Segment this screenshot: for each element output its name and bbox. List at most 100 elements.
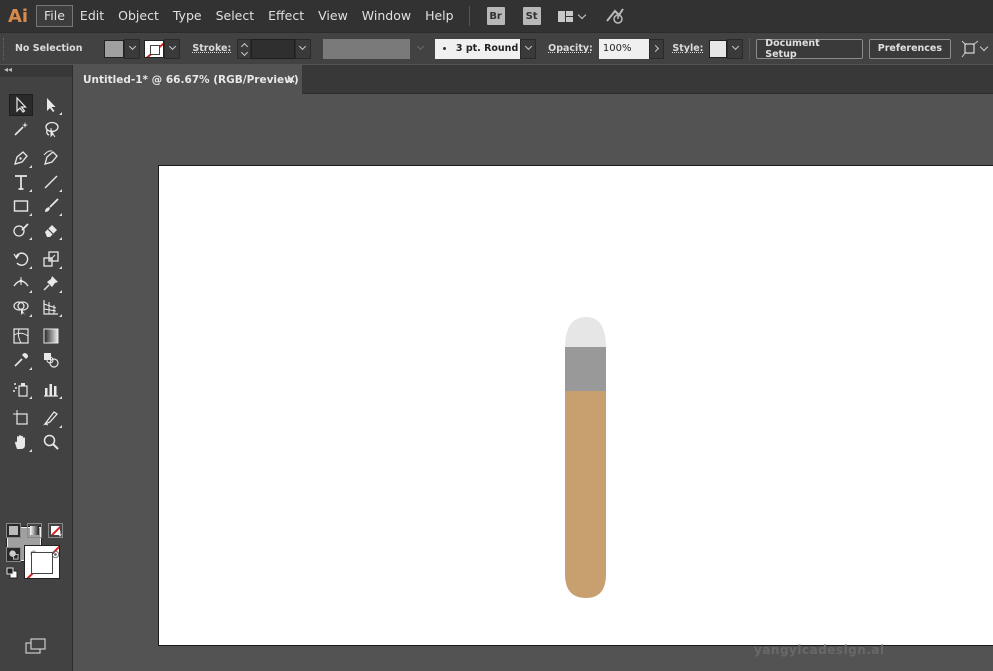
menu-window[interactable]: Window: [355, 5, 418, 27]
gradient-mode-button[interactable]: [27, 523, 42, 538]
pencil-tip-shape: [565, 317, 606, 348]
symbol-sprayer-tool[interactable]: [9, 378, 33, 400]
menu-object[interactable]: Object: [111, 5, 166, 27]
pen-tool[interactable]: [9, 147, 33, 169]
document-tab-bar: Untitled-1* @ 66.67% (RGB/Preview) ×: [74, 65, 993, 94]
gradient-tool[interactable]: [39, 325, 63, 347]
preferences-button[interactable]: Preferences: [868, 38, 952, 59]
draw-normal-icon: [9, 550, 19, 560]
canvas-area[interactable]: yangyicadesign.ai: [74, 95, 993, 671]
document-setup-button[interactable]: Document Setup: [756, 38, 863, 60]
document-tab[interactable]: Untitled-1* @ 66.67% (RGB/Preview) ×: [74, 65, 302, 94]
zoom-magnifier-icon: [43, 434, 59, 450]
stroke-weight-input[interactable]: [251, 38, 295, 59]
width-tool[interactable]: [9, 272, 33, 294]
control-bar: No Selection Stroke: 3 pt. Round Opacity…: [0, 32, 993, 64]
width-tool-icon: [13, 277, 29, 287]
bridge-button[interactable]: Br: [486, 7, 505, 25]
artboard[interactable]: [158, 165, 993, 646]
style-label[interactable]: Style:: [672, 43, 703, 54]
type-tool[interactable]: [9, 171, 33, 193]
tools-collapse-button[interactable]: ◂◂: [0, 65, 72, 77]
shape-builder-icon: [13, 301, 29, 315]
stroke-swatch[interactable]: [144, 39, 165, 58]
stroke-dropdown[interactable]: [164, 38, 181, 59]
brush-dropdown[interactable]: [520, 38, 537, 59]
menu-effect[interactable]: Effect: [261, 5, 311, 27]
blend-tool[interactable]: [39, 349, 63, 371]
panel-grip[interactable]: [3, 37, 9, 60]
rotate-icon: [13, 252, 29, 266]
close-icon[interactable]: ×: [286, 72, 296, 86]
shaper-icon: [13, 223, 29, 237]
line-segment-tool[interactable]: [39, 171, 63, 193]
pencil-band-shape: [565, 347, 606, 391]
selection-tool[interactable]: [9, 94, 33, 116]
transform-icon[interactable]: [961, 40, 979, 58]
graphic-style-swatch[interactable]: [709, 39, 728, 58]
shape-builder-tool[interactable]: [9, 296, 33, 318]
eyedropper-icon: [14, 353, 28, 367]
stroke-label[interactable]: Stroke:: [192, 43, 231, 54]
variable-width-profile[interactable]: [322, 38, 411, 59]
column-graph-tool[interactable]: [39, 378, 63, 400]
opacity-label[interactable]: Opacity:: [548, 43, 593, 54]
control-separator: [749, 37, 751, 60]
gpu-performance-icon[interactable]: [605, 7, 627, 25]
type-t-icon: [15, 175, 27, 190]
illustrator-logo: Ai: [7, 5, 29, 27]
shaper-tool[interactable]: [9, 219, 33, 241]
column-graph-icon: [44, 384, 58, 397]
paintbrush-tool[interactable]: [39, 195, 63, 217]
puppet-warp-tool[interactable]: [39, 272, 63, 294]
mesh-tool[interactable]: [9, 325, 33, 347]
symbol-sprayer-icon: [13, 383, 28, 397]
rotate-tool[interactable]: [9, 248, 33, 270]
opacity-slider-button[interactable]: [648, 38, 665, 59]
none-mode-button[interactable]: [48, 523, 63, 538]
menu-select[interactable]: Select: [209, 5, 262, 27]
gradient-swatch-icon: [30, 526, 39, 535]
arrange-documents-button[interactable]: [557, 10, 591, 22]
stroke-weight-dropdown[interactable]: [294, 38, 311, 59]
stroke-weight-spinner[interactable]: [237, 38, 252, 59]
lasso-tool[interactable]: [39, 118, 63, 140]
color-mode-button[interactable]: [6, 523, 21, 538]
zoom-tool[interactable]: [39, 431, 63, 453]
screen-mode-button[interactable]: [24, 637, 48, 655]
chevron-down-icon: [524, 42, 532, 51]
opacity-input[interactable]: 100%: [598, 38, 649, 59]
menu-edit[interactable]: Edit: [73, 5, 111, 27]
default-fill-stroke-icon[interactable]: [6, 567, 18, 579]
scale-tool[interactable]: [39, 248, 63, 270]
stock-button[interactable]: St: [522, 7, 541, 25]
magic-wand-tool[interactable]: [9, 118, 33, 140]
pushpin-icon: [43, 276, 58, 291]
menu-help[interactable]: Help: [418, 5, 461, 27]
chevron-down-icon[interactable]: [979, 42, 989, 52]
fill-swatch[interactable]: [104, 39, 125, 58]
artboard-tool[interactable]: [9, 407, 33, 429]
brush-definition[interactable]: 3 pt. Round: [434, 38, 521, 59]
fill-dropdown[interactable]: [124, 38, 141, 59]
direct-selection-tool[interactable]: [39, 94, 63, 116]
rectangle-tool[interactable]: [9, 195, 33, 217]
menu-view[interactable]: View: [311, 5, 355, 27]
eyedropper-tool[interactable]: [9, 349, 33, 371]
chevron-down-icon: [299, 42, 307, 51]
slice-tool[interactable]: [39, 407, 63, 429]
menu-type[interactable]: Type: [166, 5, 209, 27]
chevron-down-icon: [417, 42, 425, 51]
draw-normal-button[interactable]: [6, 547, 21, 562]
artwork-layer: [565, 317, 606, 598]
direct-selection-arrow-icon: [47, 98, 56, 112]
variable-width-dropdown[interactable]: [410, 39, 432, 59]
hand-tool[interactable]: [9, 431, 33, 453]
style-dropdown[interactable]: [727, 38, 744, 59]
perspective-grid-tool[interactable]: [39, 296, 63, 318]
line-segment-icon: [44, 175, 58, 189]
menu-file[interactable]: File: [36, 5, 73, 27]
chevron-down-icon: [168, 42, 176, 51]
curvature-tool[interactable]: [39, 147, 63, 169]
eraser-tool[interactable]: [39, 219, 63, 241]
